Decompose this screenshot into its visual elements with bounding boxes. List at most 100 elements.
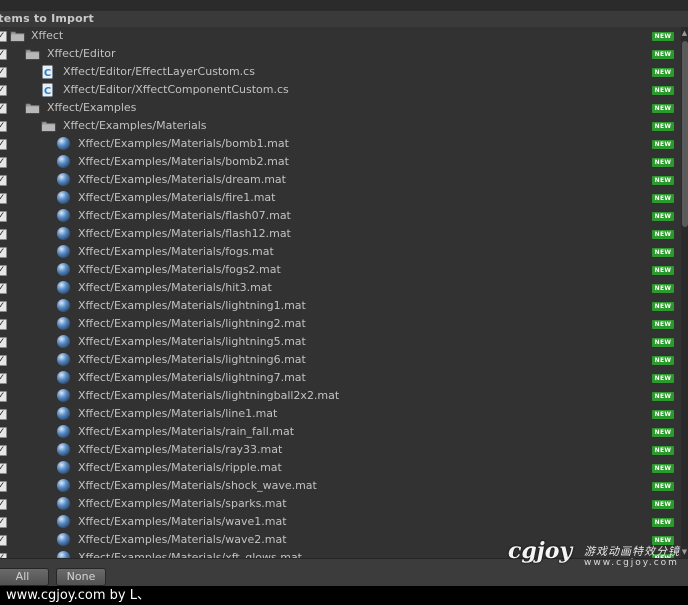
item-label: Xffect/Examples/Materials/shock_wave.mat	[78, 479, 317, 492]
item-checkbox[interactable]: ✓	[0, 373, 7, 384]
material-sphere-icon	[56, 424, 71, 438]
list-item[interactable]: ✓ Xffect/Examples/Materials/shock_wave.ma…	[0, 477, 681, 495]
list-item[interactable]: ✓ Xffect/Examples/Materials/fogs.mat NEW	[0, 243, 681, 261]
list-item[interactable]: ✓ Xffect/Examples/Materials/line1.mat NEW	[0, 405, 681, 423]
list-item[interactable]: ✓ Xffect/Examples/Materials/sparks.mat NEW	[0, 495, 681, 513]
item-label: Xffect/Examples/Materials/lightning2.mat	[78, 317, 306, 330]
material-sphere-icon	[56, 334, 71, 348]
list-item[interactable]: ✓ Xffect/Examples/Materials/rain_fall.mat…	[0, 423, 681, 441]
item-checkbox[interactable]: ✓	[0, 355, 7, 366]
list-item[interactable]: ✓ Xffect/Examples/Materials/fire1.mat NEW	[0, 189, 681, 207]
item-checkbox[interactable]: ✓	[0, 121, 7, 132]
item-checkbox[interactable]: ✓	[0, 427, 7, 438]
list-item[interactable]: ✓ Xffect/Examples NEW	[0, 99, 681, 117]
item-checkbox[interactable]: ✓	[0, 463, 7, 474]
list-item[interactable]: ✓ Xffect/Examples/Materials/ripple.mat NEW	[0, 459, 681, 477]
item-checkbox[interactable]: ✓	[0, 409, 7, 420]
material-sphere-icon	[56, 244, 71, 258]
list-item[interactable]: ✓ Xffect/Examples/Materials/lightning6.ma…	[0, 351, 681, 369]
item-checkbox[interactable]: ✓	[0, 445, 7, 456]
cgjoy-logo: cgjoy 游戏动画特效分镜 www.cgjoy.com	[508, 538, 688, 574]
items-to-import-header: Items to Import	[0, 11, 688, 27]
list-item[interactable]: ✓ Xffect/Examples/Materials/flash12.mat NE…	[0, 225, 681, 243]
item-checkbox[interactable]: ✓	[0, 49, 7, 60]
item-checkbox[interactable]: ✓	[0, 193, 7, 204]
material-sphere-icon	[56, 226, 71, 240]
list-item[interactable]: ✓ Xffect/Examples/Materials/flash07.mat NE…	[0, 207, 681, 225]
vertical-scrollbar[interactable]: ▲ ▼	[681, 27, 688, 558]
list-item[interactable]: ✓ Xffect/Examples/Materials/lightning2.ma…	[0, 315, 681, 333]
material-sphere-icon	[56, 190, 71, 204]
select-all-button[interactable]: All	[0, 568, 49, 586]
material-sphere-icon	[56, 316, 71, 330]
new-badge: NEW	[652, 86, 674, 95]
item-checkbox[interactable]: ✓	[0, 229, 7, 240]
list-item[interactable]: ✓ Xffect/Examples/Materials/ray33.mat NEW	[0, 441, 681, 459]
list-item[interactable]: ✓ Xffect/Examples/Materials/lightningball…	[0, 387, 681, 405]
material-sphere-icon	[56, 208, 71, 222]
list-item[interactable]: ✓ Xffect/Examples/Materials/bomb1.mat NEW	[0, 135, 681, 153]
new-badge: NEW	[652, 194, 674, 203]
list-item[interactable]: ✓ Xffect/Examples/Materials NEW	[0, 117, 681, 135]
list-item[interactable]: ✓ Xffect/Examples/Materials/lightning5.ma…	[0, 333, 681, 351]
item-label: Xffect/Examples/Materials/fire1.mat	[78, 191, 276, 204]
item-label: Xffect/Examples/Materials/lightning1.mat	[78, 299, 306, 312]
item-label: Xffect/Editor/EffectLayerCustom.cs	[63, 65, 255, 78]
item-checkbox[interactable]: ✓	[0, 31, 7, 42]
scroll-thumb[interactable]	[682, 41, 688, 227]
item-label: Xffect/Examples/Materials/line1.mat	[78, 407, 278, 420]
item-checkbox[interactable]: ✓	[0, 139, 7, 150]
item-checkbox[interactable]: ✓	[0, 157, 7, 168]
csharp-script-icon: C	[41, 65, 56, 79]
list-item[interactable]: ✓ Xffect/Examples/Materials/lightning1.ma…	[0, 297, 681, 315]
import-items-list: ✓ Xffect NEW ✓ Xffect/Editor NEW ✓ C Xffect/Edit…	[0, 27, 681, 558]
item-checkbox[interactable]: ✓	[0, 535, 7, 546]
scroll-up-arrow-icon[interactable]: ▲	[681, 27, 688, 39]
item-checkbox[interactable]: ✓	[0, 85, 7, 96]
item-checkbox[interactable]: ✓	[0, 103, 7, 114]
material-sphere-icon	[56, 406, 71, 420]
item-checkbox[interactable]: ✓	[0, 211, 7, 222]
list-item[interactable]: ✓ Xffect NEW	[0, 27, 681, 45]
item-checkbox[interactable]: ✓	[0, 517, 7, 528]
new-badge: NEW	[652, 374, 674, 383]
item-checkbox[interactable]: ✓	[0, 283, 7, 294]
list-item[interactable]: ✓ Xffect/Examples/Materials/dream.mat NEW	[0, 171, 681, 189]
new-badge: NEW	[652, 122, 674, 131]
item-label: Xffect/Examples/Materials/wave1.mat	[78, 515, 287, 528]
item-checkbox[interactable]: ✓	[0, 481, 7, 492]
new-badge: NEW	[652, 446, 674, 455]
material-sphere-icon	[56, 280, 71, 294]
item-checkbox[interactable]: ✓	[0, 175, 7, 186]
material-sphere-icon	[56, 154, 71, 168]
list-item[interactable]: ✓ C Xffect/Editor/XffectComponentCustom.cs…	[0, 81, 681, 99]
item-checkbox[interactable]: ✓	[0, 67, 7, 78]
item-checkbox[interactable]: ✓	[0, 247, 7, 258]
list-item[interactable]: ✓ C Xffect/Editor/EffectLayerCustom.cs NEW	[0, 63, 681, 81]
new-badge: NEW	[652, 140, 674, 149]
new-badge: NEW	[652, 32, 674, 41]
logo-url-text: www.cgjoy.com	[584, 558, 679, 568]
item-checkbox[interactable]: ✓	[0, 319, 7, 330]
new-badge: NEW	[652, 176, 674, 185]
new-badge: NEW	[652, 284, 674, 293]
folder-icon	[25, 101, 40, 115]
list-item[interactable]: ✓ Xffect/Examples/Materials/lightning7.ma…	[0, 369, 681, 387]
material-sphere-icon	[56, 172, 71, 186]
item-checkbox[interactable]: ✓	[0, 499, 7, 510]
item-label: Xffect/Examples/Materials/fogs.mat	[78, 245, 274, 258]
material-sphere-icon	[56, 298, 71, 312]
select-none-button[interactable]: None	[56, 568, 106, 586]
list-item[interactable]: ✓ Xffect/Editor NEW	[0, 45, 681, 63]
item-checkbox[interactable]: ✓	[0, 337, 7, 348]
item-label: Xffect/Examples	[47, 101, 137, 114]
list-item[interactable]: ✓ Xffect/Examples/Materials/fogs2.mat NEW	[0, 261, 681, 279]
item-label: Xffect/Examples/Materials/lightning5.mat	[78, 335, 306, 348]
item-checkbox[interactable]: ✓	[0, 301, 7, 312]
list-item[interactable]: ✓ Xffect/Examples/Materials/wave1.mat NEW	[0, 513, 681, 531]
item-checkbox[interactable]: ✓	[0, 391, 7, 402]
list-item[interactable]: ✓ Xffect/Examples/Materials/hit3.mat NEW	[0, 279, 681, 297]
list-item[interactable]: ✓ Xffect/Examples/Materials/bomb2.mat NEW	[0, 153, 681, 171]
item-checkbox[interactable]: ✓	[0, 265, 7, 276]
item-label: Xffect/Examples/Materials/dream.mat	[78, 173, 286, 186]
